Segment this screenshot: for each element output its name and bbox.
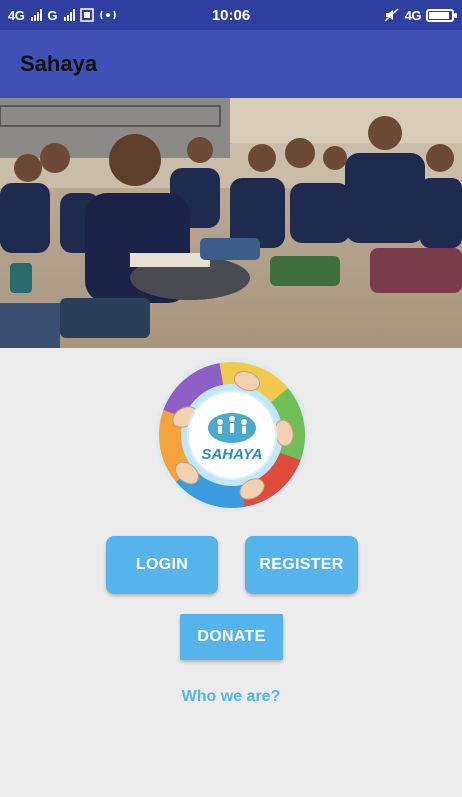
app-title: Sahaya (20, 51, 98, 76)
hotspot-icon (100, 10, 116, 20)
hero-image (0, 98, 462, 348)
donate-button[interactable]: DONATE (180, 614, 283, 660)
mute-icon (384, 8, 399, 22)
battery-icon (426, 8, 457, 22)
app-bar: Sahaya (0, 30, 462, 98)
sahaya-logo: SAHAYA (152, 355, 312, 515)
signal-4g-label: 4G (8, 7, 25, 23)
login-button[interactable]: LOGIN (106, 536, 218, 594)
notification-icon (80, 8, 94, 22)
signal-bars-icon (31, 9, 43, 21)
register-button[interactable]: REGISTER (245, 536, 358, 594)
status-bar: 4G G 10:06 4G (0, 0, 462, 30)
network-4g-label: 4G (404, 7, 422, 23)
who-we-are-link[interactable]: Who we are? (0, 688, 462, 706)
clock: 10:06 (211, 6, 251, 24)
status-right: 4G (384, 7, 457, 23)
signal-bars-icon (63, 9, 75, 21)
status-left: 4G G (8, 8, 117, 23)
signal-g-label: G (47, 7, 57, 23)
logo-text: SAHAYA (201, 446, 262, 463)
